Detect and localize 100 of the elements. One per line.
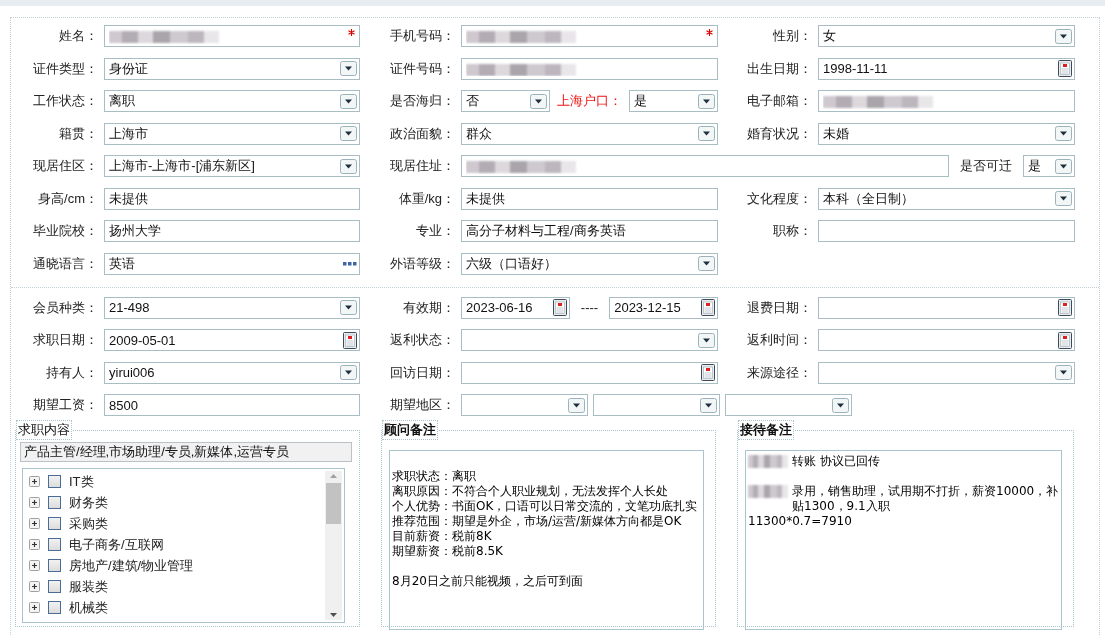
date-field[interactable]: 1998-11-11 [818,57,1075,80]
date-field[interactable] [461,361,718,384]
text-field[interactable] [818,90,1075,112]
calendar-icon[interactable] [1058,60,1072,77]
select-field[interactable] [593,394,720,416]
select-field[interactable]: 身份证 [104,57,360,80]
expand-icon[interactable] [29,476,40,487]
calendar-icon[interactable] [552,299,567,316]
notes-field[interactable]: 求职状态：离职 离职原因：不符合个人职业规划，无法发挥个人长处 个人优势：书面OK，口语可以日常交流的，文笔功底扎实 推荐范围：期望是外企，市场/运营/新媒体方向都是OK 目前薪资：税前8K 期望薪资：税前8.5K 8月20日之前只能视频，之后可到面 [389,450,704,630]
text-field[interactable] [818,220,1075,242]
tree-item[interactable]: 机械类 [69,598,108,617]
calendar-icon[interactable] [701,364,715,381]
select-field[interactable] [461,394,588,416]
dropdown-button[interactable] [1055,158,1072,174]
select-field[interactable]: 上海市-上海市-[浦东新区] [104,155,360,177]
dropdown-button[interactable] [340,126,357,141]
date-field[interactable]: 2023-06-16 [461,296,570,319]
select-field[interactable]: 21-498 [104,296,360,319]
scrollbar[interactable] [325,471,342,620]
text-field[interactable] [461,57,718,80]
select-field[interactable]: 否 [461,90,550,112]
tree-item[interactable]: 服装类 [69,577,108,596]
text-field[interactable]: 扬州大学 [104,220,360,242]
dropdown-button[interactable] [832,397,849,413]
tree-item[interactable]: 财务类 [69,493,108,512]
expand-icon[interactable] [29,581,40,592]
dropdown-button[interactable] [698,332,715,348]
checkbox[interactable] [48,559,61,572]
dropdown-button[interactable] [340,300,357,315]
tree-item[interactable]: 采购类 [69,514,108,533]
field-label: 期望工资： [33,396,99,414]
scroll-thumb[interactable] [326,483,341,524]
select-field[interactable]: 离职 [104,90,360,112]
select-field[interactable]: 上海市 [104,122,360,145]
dropdown-button[interactable] [340,61,357,76]
checkbox[interactable] [48,538,61,551]
notes-field[interactable]: 转账 协议已回传 录用，销售助理，试用期不打折，薪资10000，补贴1300，9.1入职 11300*0.7=7910 [745,450,1062,630]
expand-icon[interactable] [29,539,40,550]
field-label: 持有人： [46,363,99,382]
dropdown-button[interactable] [698,256,715,271]
date-field[interactable] [818,296,1075,319]
dropdown-button[interactable] [1055,126,1072,141]
calendar-icon[interactable] [1058,331,1072,349]
expand-icon[interactable] [29,602,40,613]
tree-item[interactable]: 电子商务/互联网 [69,535,164,554]
field-label: 上海户口： [556,92,623,110]
text-field[interactable] [104,25,360,47]
text-field[interactable]: 8500 [104,394,360,416]
checkbox[interactable] [48,496,61,509]
date-field[interactable]: 2023-12-15 [609,296,718,319]
arrow-down-icon[interactable] [329,610,338,620]
field-label: 会员种类： [33,298,99,317]
date-field[interactable]: 2009-05-01 [104,329,360,351]
select-field[interactable]: 是 [629,90,718,112]
select-field[interactable]: 女 [818,25,1075,47]
dropdown-button[interactable] [1055,365,1072,380]
text-field[interactable]: 未提供 [104,187,360,210]
text-field[interactable] [461,25,718,47]
select-field[interactable] [725,394,852,416]
select-field[interactable]: yirui006 [104,361,360,384]
field-label: 籍贯： [59,124,99,143]
dropdown-button[interactable] [1055,191,1072,206]
text-field[interactable] [461,155,949,177]
checkbox[interactable] [48,580,61,593]
checkbox[interactable] [48,475,61,488]
calendar-icon[interactable] [343,331,357,349]
select-field[interactable]: 群众 [461,122,718,145]
dropdown-button[interactable] [1055,28,1072,44]
dropdown-button[interactable] [340,365,357,380]
select-field[interactable] [461,329,718,351]
dropdown-button[interactable] [698,93,715,109]
select-field[interactable]: 本科（全日制） [818,187,1075,210]
checkbox[interactable] [48,601,61,614]
field-label: 外语等级： [390,254,456,273]
select-field[interactable]: 未婚 [818,122,1075,145]
select-field[interactable]: 六级（口语好） [461,252,718,275]
dropdown-button[interactable] [340,158,357,174]
note-text: 期望薪资：税前8.5K [392,544,504,559]
dropdown-button[interactable] [568,397,585,413]
text-field[interactable]: 未提供 [461,187,718,210]
tree-item[interactable]: 房地产/建筑/物业管理 [69,556,194,575]
checkbox[interactable] [48,517,61,530]
calendar-icon[interactable] [701,299,715,316]
selection-field[interactable]: 产品主管/经理,市场助理/专员,新媒体,运营专员 [20,442,352,462]
expand-icon[interactable] [29,518,40,529]
select-field[interactable] [818,361,1075,384]
text-field[interactable]: 高分子材料与工程/商务英语 [461,220,718,242]
picker-field[interactable]: 英语 [104,252,360,275]
tree-item[interactable]: IT类 [69,472,94,491]
dropdown-button[interactable] [700,397,717,413]
more-icon[interactable] [343,261,357,266]
select-field[interactable]: 是 [1023,155,1075,177]
dropdown-button[interactable] [340,93,357,109]
expand-icon[interactable] [29,560,40,571]
field-label: 婚育状况： [747,124,813,143]
dropdown-button[interactable] [530,93,547,109]
expand-icon[interactable] [29,497,40,508]
dropdown-button[interactable] [698,126,715,141]
calendar-icon[interactable] [1058,299,1072,316]
date-field[interactable] [818,329,1075,351]
